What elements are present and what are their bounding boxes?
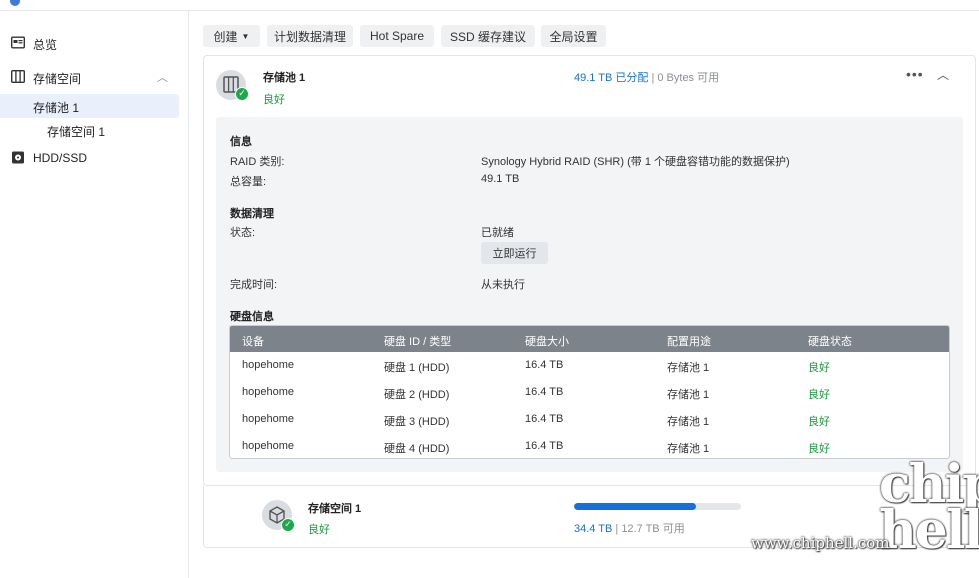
create-button[interactable]: 创建 ▼ <box>203 25 260 47</box>
cell-disk-id: 硬盘 1 (HDD) <box>384 362 450 374</box>
status-ok-icon: ✓ <box>235 87 249 101</box>
table-row[interactable]: hopehome 硬盘 2 (HDD) 16.4 TB 存储池 1 良好 <box>230 379 949 406</box>
volume-available: 12.7 TB 可用 <box>621 523 685 535</box>
volume-usage-text: 34.4 TB | 12.7 TB 可用 <box>574 520 685 536</box>
volume-title: 存储空间 1 <box>308 503 362 515</box>
create-label: 创建 <box>213 29 238 44</box>
cell-disk-id: 硬盘 3 (HDD) <box>384 416 450 428</box>
finish-time-label: 完成时间: <box>230 279 278 291</box>
chevron-up-icon[interactable]: ︿ <box>157 69 168 85</box>
table-row[interactable]: hopehome 硬盘 4 (HDD) 16.4 TB 存储池 1 良好 <box>230 433 949 458</box>
table-row[interactable]: hopehome 硬盘 3 (HDD) 16.4 TB 存储池 1 良好 <box>230 406 949 433</box>
caret-down-icon: ▼ <box>241 31 250 41</box>
disk-icon <box>12 151 24 164</box>
more-options-icon[interactable]: ••• <box>906 66 924 82</box>
overview-icon <box>11 36 25 49</box>
volume-status: 良好 <box>308 524 330 536</box>
disk-info-heading: 硬盘信息 <box>230 311 274 323</box>
cell-size: 16.4 TB <box>525 359 564 371</box>
ssd-cache-advisor-button[interactable]: SSD 缓存建议 <box>441 25 535 47</box>
volume-usage-bar <box>574 503 741 510</box>
volume-used: 34.4 TB <box>574 523 613 535</box>
watermark-url: www.chiphell.com <box>751 534 890 552</box>
cell-status: 良好 <box>808 443 830 455</box>
pool-status: 良好 <box>263 94 285 106</box>
sidebar-item-label: 总览 <box>33 38 58 52</box>
table-row[interactable]: hopehome 硬盘 1 (HDD) 16.4 TB 存储池 1 良好 <box>230 352 949 379</box>
cell-device: hopehome <box>242 359 294 371</box>
volume-usage-fill <box>574 503 696 510</box>
sidebar-item-label: 存储空间 1 <box>47 125 106 139</box>
cell-device: hopehome <box>242 386 294 398</box>
sidebar-item-overview[interactable]: 总览 <box>0 31 189 55</box>
chiphell-watermark: chiphell www.chiphell.com <box>751 454 979 568</box>
hot-spare-button[interactable]: Hot Spare <box>360 25 434 47</box>
column-header-usage[interactable]: 配置用途 <box>667 333 711 349</box>
cell-status: 良好 <box>808 362 830 374</box>
cell-usage: 存储池 1 <box>667 389 710 401</box>
scrub-status-value: 已就绪 <box>481 227 514 239</box>
usage-separator: | <box>612 523 622 535</box>
raid-type-value: Synology Hybrid RAID (SHR) (带 1 个硬盘容错功能的… <box>481 156 790 168</box>
scrub-heading: 数据清理 <box>230 208 274 220</box>
cell-usage: 存储池 1 <box>667 443 710 455</box>
sidebar-item-label: HDD/SSD <box>33 151 88 165</box>
sidebar-item-label: 存储池 1 <box>33 101 80 115</box>
column-header-size[interactable]: 硬盘大小 <box>525 333 569 349</box>
column-header-disk-id[interactable]: 硬盘 ID / 类型 <box>384 333 451 349</box>
chiphell-logo: chiphell <box>879 454 979 561</box>
cell-disk-id: 硬盘 4 (HDD) <box>384 443 450 455</box>
pool-title: 存储池 1 <box>263 72 306 84</box>
cell-status: 良好 <box>808 416 830 428</box>
sidebar: 总览 存储空间 ︿ 存储池 1 存储空间 1 HDD/SSD <box>0 11 189 578</box>
storage-icon <box>11 70 25 83</box>
cell-disk-id: 硬盘 2 (HDD) <box>384 389 450 401</box>
raid-type-label: RAID 类别: <box>230 156 285 168</box>
capacity-value: 49.1 TB <box>481 173 520 185</box>
schedule-scrub-button[interactable]: 计划数据清理 <box>267 25 353 47</box>
column-header-device[interactable]: 设备 <box>242 333 264 349</box>
scrub-status-label: 状态: <box>230 227 256 239</box>
cell-size: 16.4 TB <box>525 413 564 425</box>
sidebar-item-volume-1[interactable]: 存储空间 1 <box>0 118 189 142</box>
sidebar-item-label: 存储空间 <box>33 72 82 86</box>
table-header: 设备 硬盘 ID / 类型 硬盘大小 配置用途 硬盘状态 <box>230 326 949 352</box>
pool-allocated: 49.1 TB 已分配 <box>574 72 649 84</box>
cell-device: hopehome <box>242 413 294 425</box>
info-heading: 信息 <box>230 136 252 148</box>
cell-usage: 存储池 1 <box>667 362 710 374</box>
cell-status: 良好 <box>808 389 830 401</box>
status-ok-icon: ✓ <box>281 518 295 532</box>
chevron-up-icon[interactable]: ︿ <box>937 66 949 83</box>
cell-size: 16.4 TB <box>525 440 564 452</box>
global-settings-button[interactable]: 全局设置 <box>541 25 606 47</box>
window-top-bar <box>0 0 979 11</box>
app-logo-icon <box>10 0 20 6</box>
sidebar-item-hdd-ssd[interactable]: HDD/SSD <box>0 146 189 170</box>
sidebar-item-storage[interactable]: 存储空间 ︿ <box>0 65 189 89</box>
sidebar-item-storage-pool-1[interactable]: 存储池 1 <box>0 94 179 118</box>
cell-device: hopehome <box>242 440 294 452</box>
pool-allocation: 49.1 TB 已分配 | 0 Bytes 可用 <box>574 69 719 85</box>
disk-table: 设备 硬盘 ID / 类型 硬盘大小 配置用途 硬盘状态 hopehome 硬盘… <box>229 325 950 459</box>
pool-available: 0 Bytes 可用 <box>657 72 720 84</box>
finish-time-value: 从未执行 <box>481 279 525 291</box>
column-header-status[interactable]: 硬盘状态 <box>808 333 852 349</box>
run-now-button[interactable]: 立即运行 <box>481 242 548 264</box>
cell-size: 16.4 TB <box>525 386 564 398</box>
cell-usage: 存储池 1 <box>667 416 710 428</box>
capacity-label: 总容量: <box>230 176 267 188</box>
